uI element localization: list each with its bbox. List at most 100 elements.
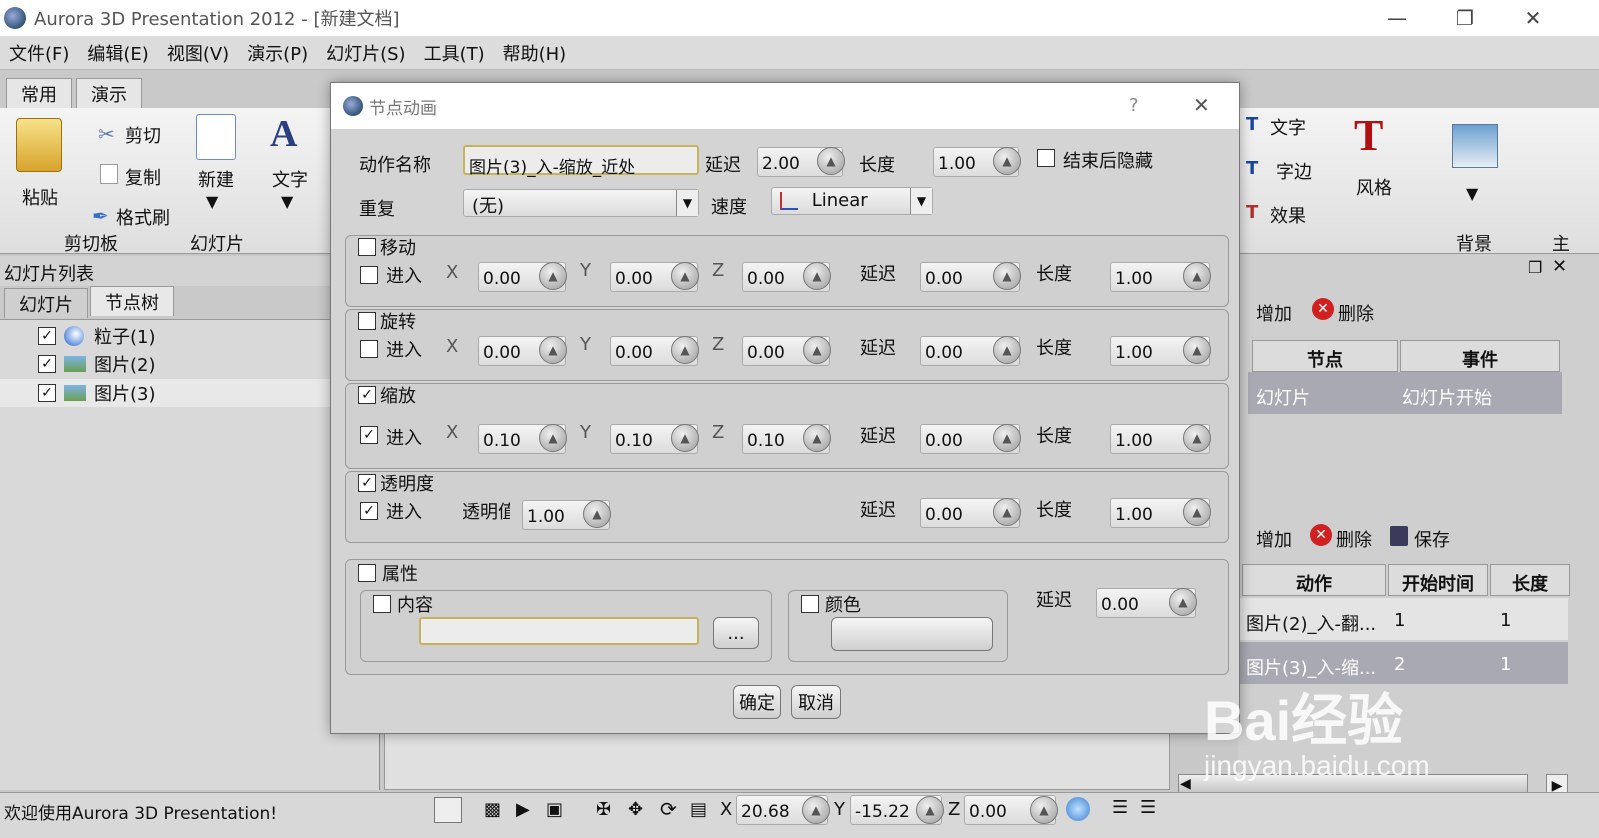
- attribute-delay-spin[interactable]: ▲: [1169, 588, 1197, 616]
- format-brush-button[interactable]: 格式刷: [116, 204, 170, 230]
- tab-slides[interactable]: 幻灯片: [4, 288, 88, 318]
- opacity-delay-spin[interactable]: ▲: [993, 498, 1021, 526]
- tab-common[interactable]: 常用: [6, 78, 72, 108]
- align-icon[interactable]: ☰: [1112, 797, 1128, 818]
- opacity-length-spin[interactable]: ▲: [1183, 498, 1211, 526]
- opacity-value-spin[interactable]: ▲: [583, 500, 611, 528]
- text-button[interactable]: 文字: [272, 166, 308, 192]
- text-tool-icon[interactable]: A: [270, 112, 297, 156]
- scale-y-spin[interactable]: ▲: [671, 424, 699, 452]
- rotate-x-spin[interactable]: ▲: [539, 336, 567, 364]
- repeat-select[interactable]: (无) ▼: [463, 189, 699, 217]
- action-add-button[interactable]: 增加: [1256, 526, 1292, 552]
- close-panel-icon[interactable]: ✕: [1552, 256, 1567, 277]
- menu-present[interactable]: 演示(P): [238, 40, 317, 66]
- scale-length-spin[interactable]: ▲: [1183, 424, 1211, 452]
- tab-node-tree[interactable]: 节点树: [90, 286, 174, 316]
- move-enter-checkbox[interactable]: [360, 266, 378, 284]
- minimize-button[interactable]: —: [1362, 0, 1432, 36]
- help-button[interactable]: ?: [1129, 95, 1139, 116]
- content-input[interactable]: [419, 617, 699, 645]
- move-delay-spin[interactable]: ▲: [993, 262, 1021, 290]
- opacity-checkbox[interactable]: ✓: [358, 474, 376, 492]
- scale-x-spin[interactable]: ▲: [539, 424, 567, 452]
- actions-header-length[interactable]: 长度: [1490, 564, 1570, 596]
- browse-button[interactable]: ...: [713, 617, 759, 649]
- play-icon[interactable]: ▶: [516, 799, 530, 820]
- paste-button[interactable]: 粘贴: [22, 184, 58, 210]
- paste-icon[interactable]: [16, 118, 62, 172]
- tree-checkbox[interactable]: ✓: [38, 384, 56, 402]
- float-panel-icon[interactable]: ❐: [1528, 258, 1542, 277]
- dialog-close-button[interactable]: ✕: [1193, 93, 1210, 117]
- x-spin-button[interactable]: ▲: [802, 796, 830, 824]
- move-z-spin[interactable]: ▲: [803, 262, 831, 290]
- new-slide-icon[interactable]: [196, 114, 236, 160]
- move-length-spin[interactable]: ▲: [1183, 262, 1211, 290]
- scale-icon[interactable]: ▤: [690, 799, 707, 820]
- stop-icon[interactable]: ▣: [546, 799, 563, 820]
- delay-spin-button[interactable]: ▲: [817, 147, 845, 175]
- new-dropdown-icon[interactable]: ▼: [206, 192, 218, 211]
- text-edge-button[interactable]: 字边: [1276, 158, 1312, 184]
- move-y-spin[interactable]: ▲: [671, 262, 699, 290]
- rotate-z-spin[interactable]: ▲: [803, 336, 831, 364]
- tree-checkbox[interactable]: ✓: [38, 355, 56, 373]
- move-x-spin[interactable]: ▲: [539, 262, 567, 290]
- action-delete-button[interactable]: 删除: [1336, 526, 1372, 552]
- background-icon[interactable]: [1452, 124, 1498, 168]
- action-save-button[interactable]: 保存: [1414, 526, 1450, 552]
- length-spin-button[interactable]: ▲: [993, 147, 1021, 175]
- rotate-icon[interactable]: ⟳: [660, 797, 677, 821]
- menu-tools[interactable]: 工具(T): [415, 40, 494, 66]
- scroll-left-icon[interactable]: ◀: [1180, 776, 1191, 792]
- hide-after-checkbox[interactable]: [1037, 149, 1055, 167]
- color-checkbox[interactable]: [801, 595, 819, 613]
- cancel-button[interactable]: 取消: [791, 685, 841, 719]
- events-header-event[interactable]: 事件: [1400, 340, 1560, 372]
- tree-item[interactable]: ✓ 图片(2): [38, 350, 156, 378]
- tree-item-selected[interactable]: ✓ 图片(3): [0, 379, 380, 407]
- menu-edit[interactable]: 编辑(E): [78, 40, 157, 66]
- scale-enter-checkbox[interactable]: ✓: [360, 426, 378, 444]
- actions-header-action[interactable]: 动作: [1242, 564, 1386, 596]
- tree-checkbox[interactable]: ✓: [38, 327, 56, 345]
- tree-item[interactable]: ✓ 粒子(1): [38, 322, 156, 350]
- right-text-button[interactable]: 文字: [1270, 114, 1306, 140]
- speed-select[interactable]: Linear ▼: [771, 187, 933, 215]
- rotate-length-spin[interactable]: ▲: [1183, 336, 1211, 364]
- axis-icon[interactable]: ✠: [596, 799, 611, 820]
- scale-delay-spin[interactable]: ▲: [993, 424, 1021, 452]
- actions-header-start[interactable]: 开始时间: [1388, 564, 1488, 596]
- close-button[interactable]: ✕: [1498, 0, 1568, 36]
- tab-present[interactable]: 演示: [76, 78, 142, 108]
- menu-view[interactable]: 视图(V): [158, 40, 238, 66]
- y-spin-button[interactable]: ▲: [916, 796, 944, 824]
- ok-button[interactable]: 确定: [733, 685, 781, 719]
- rotate-y-spin[interactable]: ▲: [671, 336, 699, 364]
- rotate-enter-checkbox[interactable]: [360, 340, 378, 358]
- opacity-enter-checkbox[interactable]: ✓: [360, 502, 378, 520]
- style-icon[interactable]: T: [1354, 110, 1383, 161]
- rotate-checkbox[interactable]: [358, 312, 376, 330]
- refresh-icon[interactable]: [1066, 797, 1090, 821]
- film-icon[interactable]: ▩: [484, 799, 501, 820]
- text-dropdown-icon[interactable]: ▼: [281, 192, 293, 211]
- background-dropdown-icon[interactable]: ▼: [1466, 184, 1478, 203]
- cut-button[interactable]: 剪切: [125, 122, 161, 148]
- attribute-checkbox[interactable]: [358, 564, 376, 582]
- rotate-delay-spin[interactable]: ▲: [993, 336, 1021, 364]
- color-picker-button[interactable]: [831, 617, 993, 651]
- list-icon[interactable]: ☰: [1140, 797, 1156, 818]
- event-delete-button[interactable]: 删除: [1338, 300, 1374, 326]
- restore-button[interactable]: ❐: [1430, 0, 1500, 36]
- scale-checkbox[interactable]: ✓: [358, 386, 376, 404]
- scale-z-spin[interactable]: ▲: [803, 424, 831, 452]
- move-checkbox[interactable]: [358, 238, 376, 256]
- menu-help[interactable]: 帮助(H): [494, 40, 576, 66]
- menu-file[interactable]: 文件(F): [0, 40, 78, 66]
- copy-button[interactable]: 复制: [125, 164, 161, 190]
- event-add-button[interactable]: 增加: [1256, 300, 1292, 326]
- events-header-node[interactable]: 节点: [1252, 340, 1398, 372]
- action-name-input[interactable]: 图片(3)_入-缩放_近处: [463, 145, 699, 178]
